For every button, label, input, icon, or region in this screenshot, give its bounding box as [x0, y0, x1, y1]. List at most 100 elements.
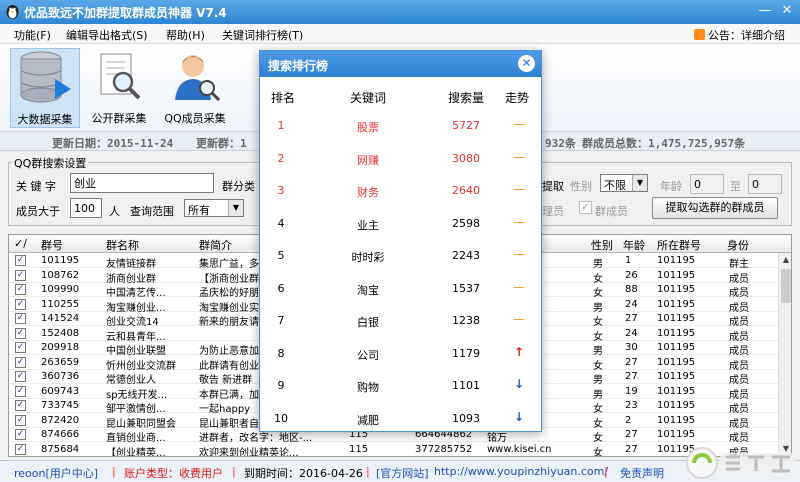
ranking-row[interactable]: 9 购物 1101 ↓ [260, 371, 541, 403]
ranking-keyword[interactable]: 网赚 [316, 152, 420, 168]
scroll-thumb[interactable] [781, 269, 791, 303]
row-checkbox[interactable]: ✓ [15, 429, 26, 440]
ranking-keyword[interactable]: 公司 [316, 347, 420, 363]
member-checkbox[interactable]: ✓ [579, 201, 592, 214]
cell-age: 23 [625, 400, 638, 411]
menu-edit-export[interactable]: 编辑导出格式(S) [66, 27, 148, 43]
trend-flat-icon: — [513, 247, 525, 261]
search-settings-title: QQ群搜索设置 [12, 155, 89, 171]
col-age[interactable]: 年龄 [623, 237, 645, 253]
cell-group-id: 209918 [41, 342, 80, 353]
ranking-row[interactable]: 8 公司 1179 ↑ [260, 339, 541, 371]
notice-link[interactable]: 公告：详细介绍 [694, 27, 785, 43]
cell-age: 19 [625, 385, 638, 397]
row-checkbox[interactable]: ✓ [15, 298, 26, 310]
row-checkbox[interactable]: ✓ [15, 269, 26, 281]
cell-age: 27 [625, 443, 638, 455]
keyword-header: 关键词 [350, 91, 387, 105]
cell-host-group: 101195 [657, 298, 696, 310]
scroll-up-icon[interactable]: ▲ [779, 253, 791, 267]
ranking-row[interactable]: 2 网赚 3080 — [260, 144, 541, 176]
keyword-input[interactable] [70, 173, 214, 193]
row-checkbox[interactable]: ✓ [15, 443, 26, 455]
ranking-keyword[interactable]: 财务 [316, 184, 420, 200]
search-volume: 1537 [452, 281, 480, 295]
cell-group-name: 【创业精英... [106, 447, 166, 457]
ranking-keyword[interactable]: 股票 [316, 119, 420, 135]
status-sep: | [232, 465, 236, 478]
col-group-intro[interactable]: 群简介 [199, 237, 232, 253]
site-url-link[interactable]: http://www.youpinzhiyuan.com/ [434, 465, 608, 478]
user-center-link[interactable]: reoon[用户中心] [14, 465, 98, 481]
notice-text: 公告：详细介绍 [708, 29, 785, 42]
minimize-button[interactable]: — [754, 0, 776, 22]
rank-number: 1 [277, 119, 285, 132]
tool-public-group[interactable]: 公开群采集 [84, 48, 154, 128]
ranking-keyword[interactable]: 白银 [316, 314, 420, 330]
row-checkbox[interactable]: ✓ [15, 371, 26, 382]
row-checkbox[interactable]: ✓ [15, 414, 26, 426]
ranking-row[interactable]: 5 时时彩 2243 — [260, 241, 541, 273]
search-volume: 1093 [452, 411, 480, 425]
gender-select[interactable]: 不限 ▼ [600, 174, 648, 192]
ranking-row[interactable]: 7 白银 1238 — [260, 306, 541, 338]
ranking-row[interactable]: 1 股票 5727 — [260, 111, 541, 143]
age-to-input[interactable] [748, 174, 782, 194]
col-role[interactable]: 身份 [727, 237, 749, 253]
table-row[interactable]: ✓ 875684 【创业精英... 欢迎来到创业精英论... 377285752 www.… [9, 443, 779, 457]
row-checkbox[interactable]: ✓ [15, 255, 26, 266]
age-from-input[interactable] [690, 174, 724, 194]
rank-number: 4 [277, 216, 285, 230]
ranking-row[interactable]: 4 业主 2598 — [260, 209, 541, 241]
col-group-id[interactable]: 群号 [41, 237, 63, 253]
ranking-row[interactable]: 3 财务 2640 — [260, 176, 541, 208]
cell-group-id: 609743 [41, 385, 80, 397]
col-gender[interactable]: 性别 [591, 237, 613, 253]
row-checkbox[interactable]: ✓ [15, 400, 26, 411]
rank-number: 5 [277, 249, 285, 262]
ranking-keyword[interactable]: 业主 [316, 217, 420, 233]
trend-flat-icon: — [513, 214, 525, 229]
check-all-header[interactable]: ✓/ [14, 237, 27, 250]
disclaimer-link[interactable]: 免责声明 [620, 465, 664, 481]
trend-header: 走势 [505, 91, 530, 105]
col-host-group[interactable]: 所在群号 [657, 237, 701, 253]
menu-help[interactable]: 帮助(H) [166, 27, 205, 43]
menu-bar: 功能(F) 编辑导出格式(S) 帮助(H) 关键词排行榜(T) 公告：详细介绍 [0, 24, 800, 44]
penguin-icon [6, 5, 19, 19]
ranking-keyword[interactable]: 时时彩 [316, 249, 420, 265]
tool-big-data[interactable]: 大数据采集 [10, 48, 80, 128]
members-total: 群成员总数：1,475,725,957条 [582, 137, 746, 150]
members-unit: 人 [109, 205, 120, 218]
members-input[interactable] [70, 198, 102, 218]
row-checkbox[interactable]: ✓ [15, 356, 26, 368]
gender-value: 不限 [604, 179, 626, 192]
extract-members-button[interactable]: 提取勾选群的群成员 [652, 197, 778, 219]
col-group-name[interactable]: 群名称 [106, 237, 139, 253]
table-scrollbar[interactable]: ▲ ▼ [778, 253, 791, 456]
range-select[interactable]: 所有 ▼ [184, 199, 244, 217]
age-label: 年龄 [660, 180, 682, 193]
row-checkbox[interactable]: ✓ [15, 342, 26, 353]
trend-flat-icon: — [513, 279, 525, 294]
close-button[interactable]: ✕ [776, 0, 798, 22]
tool-qq-member[interactable]: QQ成员采集 [160, 48, 230, 128]
menu-function[interactable]: 功能(F) [14, 27, 51, 43]
row-checkbox[interactable]: ✓ [15, 313, 26, 324]
window-title: 优品致远不加群提取群成员神器 V7.4 [24, 6, 227, 20]
volume-header: 搜索量 [448, 91, 485, 105]
cell-group-id: 733745 [41, 400, 80, 411]
menu-keyword-ranking[interactable]: 关键词排行榜(T) [222, 27, 303, 43]
close-icon[interactable]: ✕ [518, 55, 535, 72]
ranking-row[interactable]: 10 减肥 1093 ↓ [260, 404, 541, 436]
ranking-keyword[interactable]: 减肥 [316, 412, 420, 428]
row-checkbox[interactable]: ✓ [15, 385, 26, 397]
site-label: [官方网站] [376, 467, 429, 480]
database-icon [20, 51, 71, 103]
row-checkbox[interactable]: ✓ [15, 284, 26, 295]
admin-label: 理员 [542, 205, 564, 218]
ranking-keyword[interactable]: 淘宝 [316, 282, 420, 298]
row-checkbox[interactable]: ✓ [15, 327, 26, 339]
ranking-row[interactable]: 6 淘宝 1537 — [260, 274, 541, 306]
ranking-keyword[interactable]: 购物 [316, 379, 420, 395]
